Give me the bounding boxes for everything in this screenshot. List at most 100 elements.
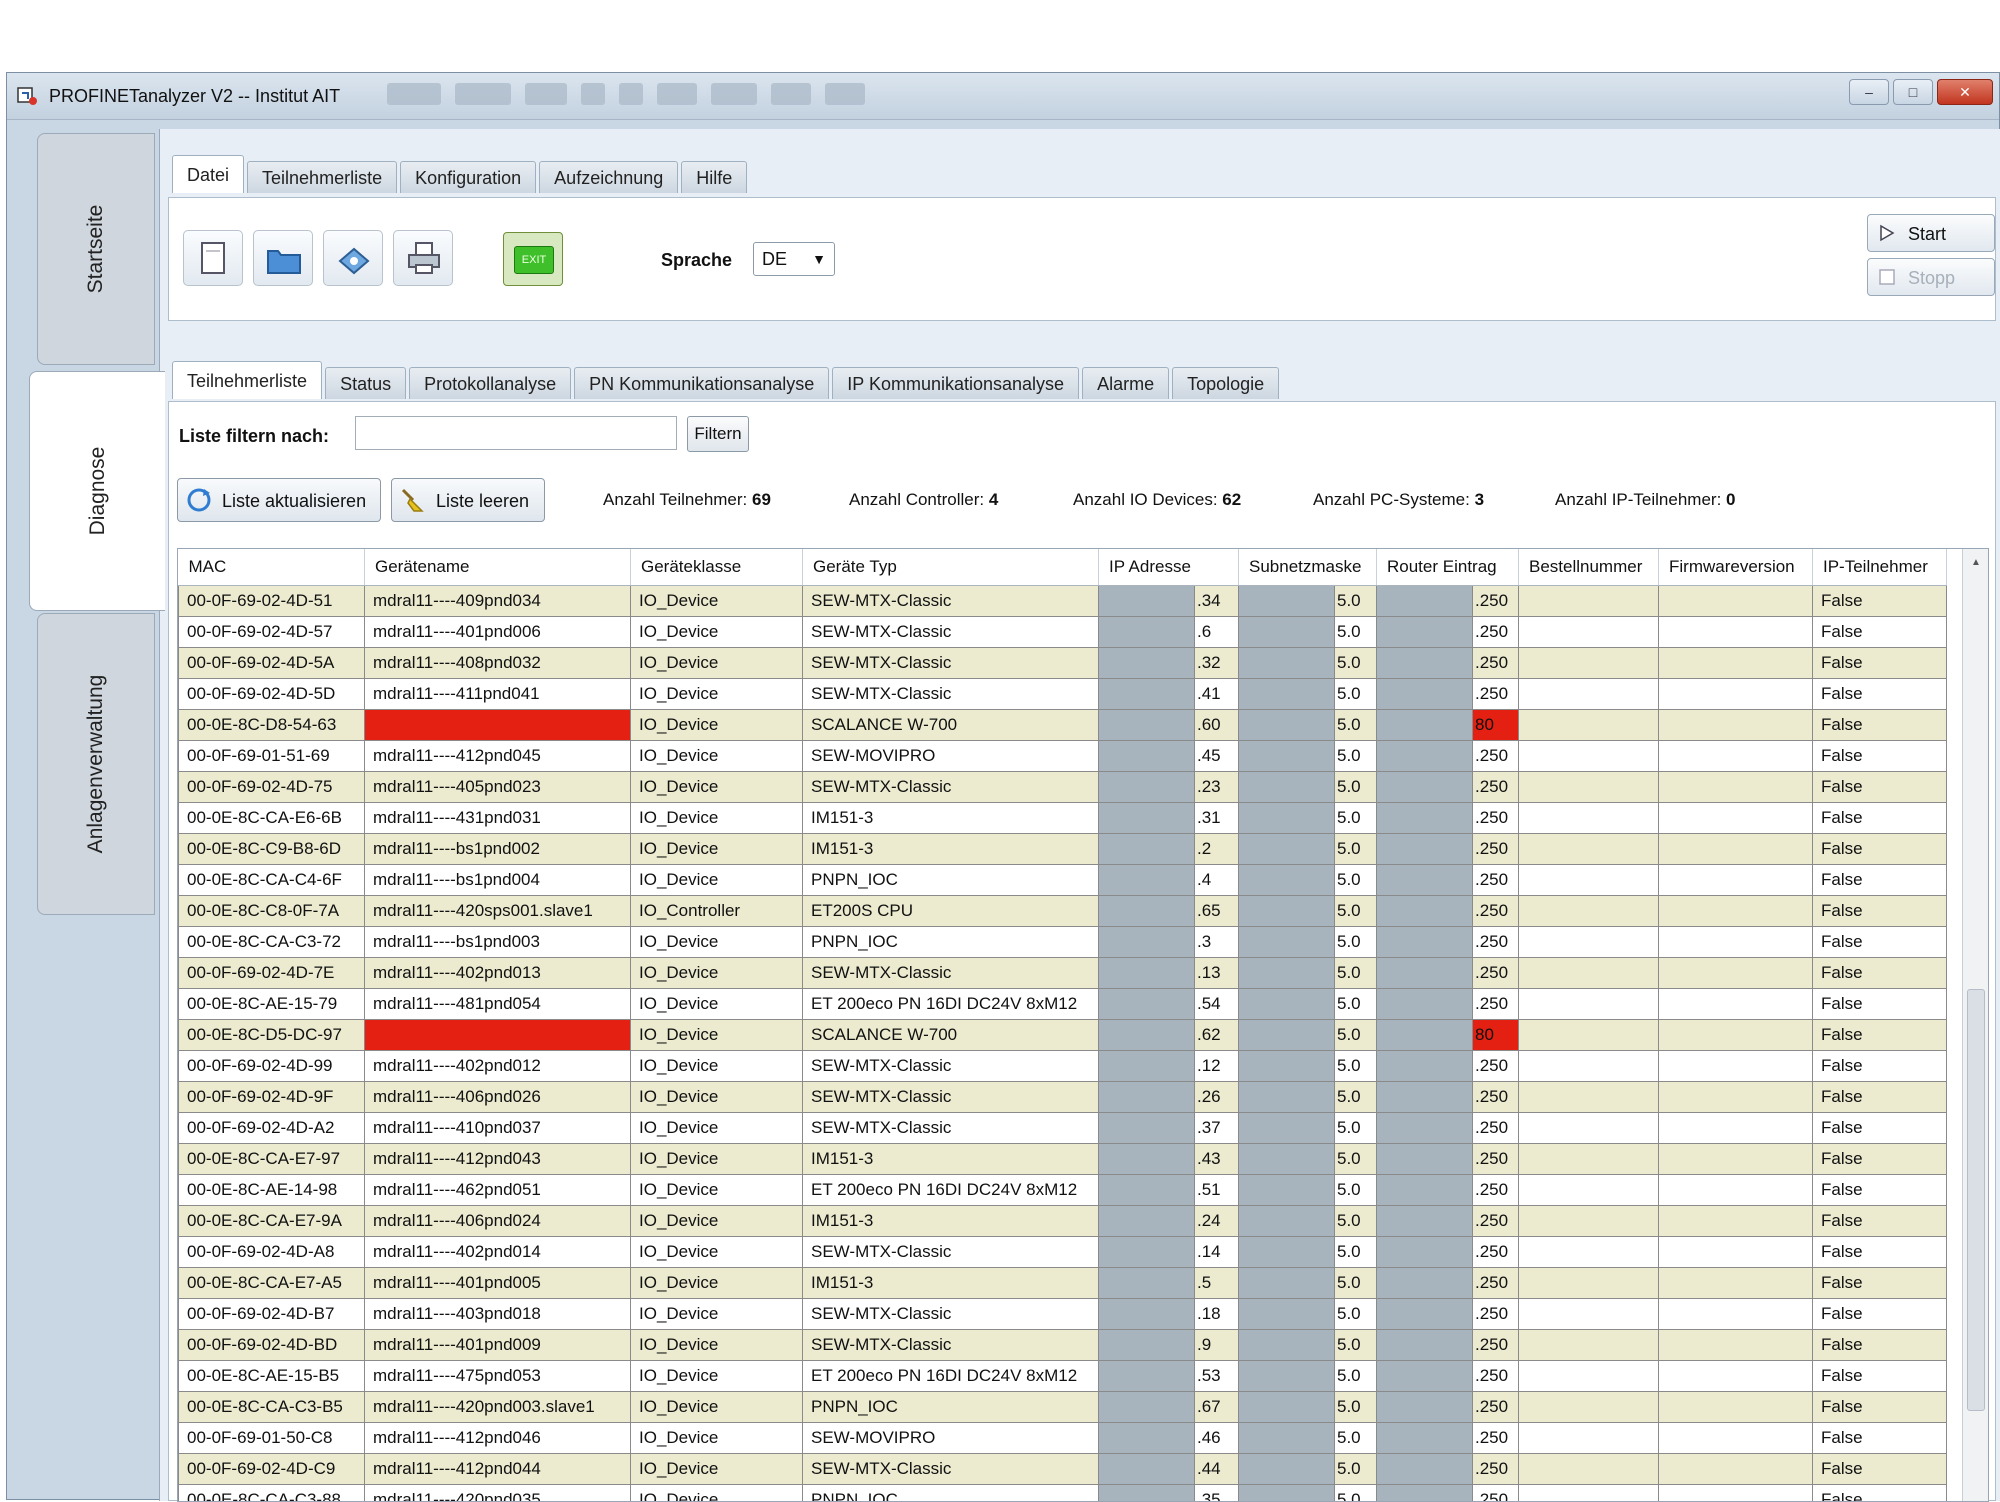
tab-teilnehmerliste[interactable]: Teilnehmerliste — [172, 361, 322, 399]
table-row[interactable]: 00-0F-69-02-4D-B7mdral11----403pnd018IO_… — [179, 1299, 1947, 1330]
table-row[interactable]: 00-0E-8C-CA-E6-6Bmdral11----431pnd031IO_… — [179, 803, 1947, 834]
geraetename-cell: mdral11----412pnd045 — [365, 741, 631, 772]
column-header-bestellnummer[interactable]: Bestellnummer — [1519, 549, 1659, 586]
geraeteklasse-cell: IO_Device — [631, 1485, 803, 1502]
subnet-suffix-cell: 5.0 — [1335, 648, 1377, 679]
table-row[interactable]: 00-0E-8C-D5-DC-97IO_DeviceSCALANCE W-700… — [179, 1020, 1947, 1051]
table-row[interactable]: 00-0E-8C-C8-0F-7Amdral11----420sps001.sl… — [179, 896, 1947, 927]
table-row[interactable]: 00-0F-69-02-4D-BDmdral11----401pnd009IO_… — [179, 1330, 1947, 1361]
router-suffix-cell: .250 — [1473, 1144, 1519, 1175]
table-row[interactable]: 00-0E-8C-AE-15-79mdral11----481pnd054IO_… — [179, 989, 1947, 1020]
exit-button[interactable]: EXIT — [503, 232, 563, 286]
tab-ip-kommunikationsanalyse[interactable]: IP Kommunikationsanalyse — [832, 367, 1079, 399]
blurred-toolbar-item[interactable] — [619, 83, 643, 105]
minimize-button[interactable]: – — [1849, 79, 1889, 105]
subnet-suffix-cell: 5.0 — [1335, 1392, 1377, 1423]
save-button[interactable] — [323, 230, 383, 286]
column-header-mac[interactable]: MAC — [179, 549, 365, 586]
table-row[interactable]: 00-0F-69-01-51-69mdral11----412pnd045IO_… — [179, 741, 1947, 772]
table-row[interactable]: 00-0E-8C-CA-C3-88mdral11----420pnd035IO_… — [179, 1485, 1947, 1502]
nav-tab-diagnose[interactable]: Diagnose — [29, 371, 165, 611]
table-row[interactable]: 00-0E-8C-AE-15-B5mdral11----475pnd053IO_… — [179, 1361, 1947, 1392]
column-header-subnetzmaske[interactable]: Subnetzmaske — [1239, 549, 1377, 586]
play-icon — [1878, 224, 1896, 242]
table-row[interactable]: 00-0E-8C-CA-C3-B5mdral11----420pnd003.sl… — [179, 1392, 1947, 1423]
new-button[interactable] — [183, 230, 243, 286]
column-header-geraetename[interactable]: Gerätename — [365, 549, 631, 586]
scrollbar-thumb[interactable] — [1967, 989, 1985, 1411]
blurred-toolbar-item[interactable] — [825, 83, 865, 105]
blurred-toolbar-item[interactable] — [387, 83, 441, 105]
mac-cell: 00-0F-69-02-4D-A2 — [179, 1113, 365, 1144]
title-bar: PROFINETanalyzer V2 -- Institut AIT – □ … — [7, 73, 1999, 120]
table-row[interactable]: 00-0E-8C-D8-54-63IO_DeviceSCALANCE W-700… — [179, 710, 1947, 741]
menu-tab-teilnehmerliste[interactable]: Teilnehmerliste — [247, 161, 397, 193]
router-suffix-cell: .250 — [1473, 741, 1519, 772]
clear-list-button[interactable]: Liste leeren — [391, 478, 545, 522]
table-row[interactable]: 00-0E-8C-C9-B8-6Dmdral11----bs1pnd002IO_… — [179, 834, 1947, 865]
column-header-ip-teilnehmer[interactable]: IP-Teilnehmer — [1813, 549, 1947, 586]
vertical-scrollbar[interactable]: ▲ — [1962, 549, 1989, 1501]
router-suffix-cell: .250 — [1473, 617, 1519, 648]
table-row[interactable]: 00-0F-69-02-4D-51mdral11----409pnd034IO_… — [179, 586, 1947, 617]
table-row[interactable]: 00-0E-8C-AE-14-98mdral11----462pnd051IO_… — [179, 1175, 1947, 1206]
blurred-toolbar-item[interactable] — [711, 83, 757, 105]
column-header-geraeteklasse[interactable]: Geräteklasse — [631, 549, 803, 586]
table-row[interactable]: 00-0F-69-02-4D-99mdral11----402pnd012IO_… — [179, 1051, 1947, 1082]
refresh-list-button[interactable]: Liste aktualisieren — [177, 478, 381, 522]
table-row[interactable]: 00-0F-69-01-50-C8mdral11----412pnd046IO_… — [179, 1423, 1947, 1454]
geraeteklasse-cell: IO_Device — [631, 989, 803, 1020]
menu-tab-aufzeichnung[interactable]: Aufzeichnung — [539, 161, 678, 193]
column-header-firmwareversion[interactable]: Firmwareversion — [1659, 549, 1813, 586]
bestellnummer-cell — [1519, 1299, 1659, 1330]
subnet-suffix-cell: 5.0 — [1335, 617, 1377, 648]
table-row[interactable]: 00-0E-8C-CA-C4-6Fmdral11----bs1pnd004IO_… — [179, 865, 1947, 896]
table-row[interactable]: 00-0F-69-02-4D-A2mdral11----410pnd037IO_… — [179, 1113, 1947, 1144]
maximize-button[interactable]: □ — [1893, 79, 1933, 105]
nav-tab-anlagenverwaltung[interactable]: Anlagenverwaltung — [37, 613, 155, 915]
table-row[interactable]: 00-0E-8C-CA-E7-9Amdral11----406pnd024IO_… — [179, 1206, 1947, 1237]
table-row[interactable]: 00-0F-69-02-4D-5Amdral11----408pnd032IO_… — [179, 648, 1947, 679]
filter-input[interactable] — [355, 416, 677, 450]
ip-suffix-cell: .12 — [1195, 1051, 1239, 1082]
table-row[interactable]: 00-0F-69-02-4D-5Dmdral11----411pnd041IO_… — [179, 679, 1947, 710]
table-row[interactable]: 00-0F-69-02-4D-75mdral11----405pnd023IO_… — [179, 772, 1947, 803]
blurred-toolbar-item[interactable] — [771, 83, 811, 105]
tab-status[interactable]: Status — [325, 367, 406, 399]
tab-protokollanalyse[interactable]: Protokollanalyse — [409, 367, 571, 399]
stop-button[interactable]: Stopp — [1867, 258, 1995, 296]
column-header-geraete-typ[interactable]: Geräte Typ — [803, 549, 1099, 586]
scroll-up-icon[interactable]: ▲ — [1971, 557, 1981, 568]
start-button[interactable]: Start — [1867, 214, 1995, 252]
blurred-toolbar-item[interactable] — [657, 83, 697, 105]
print-button[interactable] — [393, 230, 453, 286]
table-row[interactable]: 00-0F-69-02-4D-C9mdral11----412pnd044IO_… — [179, 1454, 1947, 1485]
open-button[interactable] — [253, 230, 313, 286]
language-select[interactable]: DE ▼ — [753, 242, 835, 276]
table-row[interactable]: 00-0F-69-02-4D-A8mdral11----402pnd014IO_… — [179, 1237, 1947, 1268]
column-header-ip-adresse[interactable]: IP Adresse — [1099, 549, 1239, 586]
menu-tab-konfiguration[interactable]: Konfiguration — [400, 161, 536, 193]
table-row[interactable]: 00-0E-8C-CA-C3-72mdral11----bs1pnd003IO_… — [179, 927, 1947, 958]
tab-pn-kommunikationsanalyse[interactable]: PN Kommunikationsanalyse — [574, 367, 829, 399]
tab-alarme[interactable]: Alarme — [1082, 367, 1169, 399]
table-row[interactable]: 00-0F-69-02-4D-9Fmdral11----406pnd026IO_… — [179, 1082, 1947, 1113]
column-header-router-eintrag[interactable]: Router Eintrag — [1377, 549, 1519, 586]
nav-tab-startseite[interactable]: Startseite — [37, 133, 155, 365]
table-row[interactable]: 00-0E-8C-CA-E7-97mdral11----412pnd043IO_… — [179, 1144, 1947, 1175]
mac-cell: 00-0E-8C-CA-C3-B5 — [179, 1392, 365, 1423]
table-row[interactable]: 00-0F-69-02-4D-57mdral11----401pnd006IO_… — [179, 617, 1947, 648]
table-row[interactable]: 00-0F-69-02-4D-7Emdral11----402pnd013IO_… — [179, 958, 1947, 989]
blurred-toolbar-item[interactable] — [581, 83, 605, 105]
tab-topologie[interactable]: Topologie — [1172, 367, 1279, 399]
blurred-toolbar-item[interactable] — [525, 83, 567, 105]
filter-button[interactable]: Filtern — [687, 416, 749, 452]
stat-io-devices: Anzahl IO Devices: 62 — [1073, 490, 1241, 510]
table-row[interactable]: 00-0E-8C-CA-E7-A5mdral11----401pnd005IO_… — [179, 1268, 1947, 1299]
menu-tab-hilfe[interactable]: Hilfe — [681, 161, 747, 193]
blurred-toolbar-item[interactable] — [455, 83, 511, 105]
router-masked-cell — [1377, 1144, 1473, 1175]
close-button[interactable]: ✕ — [1937, 79, 1993, 105]
menu-tab-datei[interactable]: Datei — [172, 155, 244, 193]
mac-cell: 00-0E-8C-D5-DC-97 — [179, 1020, 365, 1051]
